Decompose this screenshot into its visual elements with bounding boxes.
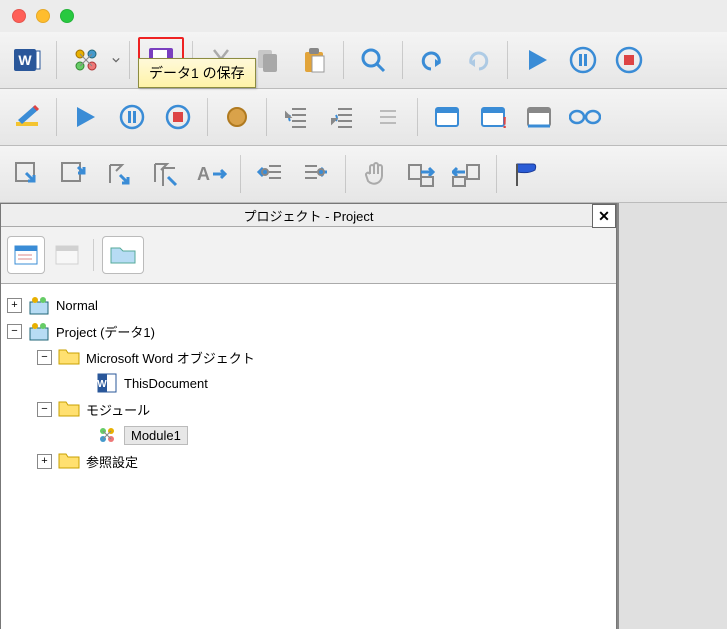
module-icon (96, 424, 118, 446)
toggle-breakpoint-icon[interactable] (216, 96, 258, 138)
project-icon (28, 294, 50, 316)
compile-icon[interactable] (400, 153, 442, 195)
step-over-icon[interactable] (52, 153, 94, 195)
svg-text:W: W (97, 379, 107, 390)
tree-node-word-objects[interactable]: − Microsoft Word オブジェクト (7, 344, 610, 370)
step-into-icon[interactable] (6, 153, 48, 195)
project-explorer-icon[interactable] (426, 96, 468, 138)
folder-icon (58, 450, 80, 472)
folder-open-icon (58, 398, 80, 420)
comment-block-icon[interactable] (367, 96, 409, 138)
run-icon[interactable] (516, 39, 558, 81)
collapse-toggle[interactable]: − (7, 324, 22, 339)
node-label: 参照設定 (86, 452, 138, 471)
expand-toggle[interactable]: + (7, 298, 22, 313)
panel-toolbar (1, 227, 616, 284)
toolbox-icon[interactable] (518, 96, 560, 138)
svg-text:A: A (197, 164, 210, 184)
paste-icon[interactable] (293, 39, 335, 81)
node-label-selected: Module1 (124, 426, 188, 445)
design-mode-icon[interactable] (6, 96, 48, 138)
stop-icon[interactable] (608, 39, 650, 81)
minimize-window-button[interactable] (36, 9, 50, 23)
node-label: Microsoft Word オブジェクト (86, 348, 255, 367)
hand-icon[interactable] (354, 153, 396, 195)
indent-icon[interactable] (295, 153, 337, 195)
redo-icon[interactable] (457, 39, 499, 81)
bookmark-flag-icon[interactable] (505, 153, 547, 195)
compile-all-icon[interactable] (446, 153, 488, 195)
tree-node-modules[interactable]: − モジュール (7, 396, 610, 422)
svg-text:W: W (18, 52, 32, 68)
view-object-icon[interactable] (49, 237, 85, 273)
svg-text:!: ! (502, 115, 507, 131)
word-doc-icon: W (96, 372, 118, 394)
toolbar-row-2: ! (0, 89, 727, 146)
tree-node-normal[interactable]: + Normal (7, 292, 610, 318)
object-browser-dropdown[interactable] (111, 39, 121, 81)
add-watch-icon[interactable]: A (190, 153, 232, 195)
folder-open-icon (58, 346, 80, 368)
panel-title: プロジェクト - Project (243, 206, 373, 225)
tooltip-text: データ1 の保存 (149, 65, 245, 81)
view-code-icon[interactable] (7, 236, 45, 274)
watch-window-icon[interactable] (564, 96, 606, 138)
properties-window-icon[interactable]: ! (472, 96, 514, 138)
undo-icon[interactable] (411, 39, 453, 81)
toolbar-row-3: A (0, 146, 727, 203)
collapse-toggle[interactable]: − (37, 350, 52, 365)
project-explorer-panel: プロジェクト - Project ✕ + Normal (0, 203, 617, 629)
tree-node-references[interactable]: + 参照設定 (7, 448, 610, 474)
window-titlebar (0, 0, 727, 32)
outdent-icon[interactable] (249, 153, 291, 195)
tree-node-module1[interactable]: Module1 (7, 422, 610, 448)
step-out-icon[interactable] (98, 153, 140, 195)
collapse-toggle[interactable]: − (37, 402, 52, 417)
pause-icon[interactable] (562, 39, 604, 81)
zoom-window-button[interactable] (60, 9, 74, 23)
work-area: プロジェクト - Project ✕ + Normal (0, 203, 727, 629)
tree-node-thisdocument[interactable]: W ThisDocument (7, 370, 610, 396)
word-icon[interactable]: W (6, 39, 48, 81)
object-browser-icon[interactable] (65, 39, 107, 81)
node-label: Project (データ1) (56, 322, 155, 341)
project-icon (28, 320, 50, 342)
code-pane-empty (617, 203, 727, 629)
node-label: Normal (56, 298, 98, 313)
expand-toggle[interactable]: + (37, 454, 52, 469)
tooltip-save: データ1 の保存 (138, 58, 256, 88)
run-sub-icon[interactable] (65, 96, 107, 138)
reset-icon[interactable] (157, 96, 199, 138)
tree-node-project[interactable]: − Project (データ1) (7, 318, 610, 344)
break-icon[interactable] (111, 96, 153, 138)
close-window-button[interactable] (12, 9, 26, 23)
indent-in-icon[interactable] (275, 96, 317, 138)
run-to-cursor-icon[interactable] (144, 153, 186, 195)
close-x-glyph: ✕ (598, 208, 610, 225)
project-tree[interactable]: + Normal − Project (データ1) − M (1, 284, 616, 629)
panel-close-button[interactable]: ✕ (592, 204, 616, 228)
panel-header[interactable]: プロジェクト - Project ✕ (1, 204, 616, 227)
toggle-folders-icon[interactable] (102, 236, 144, 274)
node-label: ThisDocument (124, 376, 208, 391)
indent-out-icon[interactable] (321, 96, 363, 138)
toolbar-row-1: W (0, 32, 727, 89)
find-icon[interactable] (352, 39, 394, 81)
node-label: モジュール (86, 400, 150, 419)
